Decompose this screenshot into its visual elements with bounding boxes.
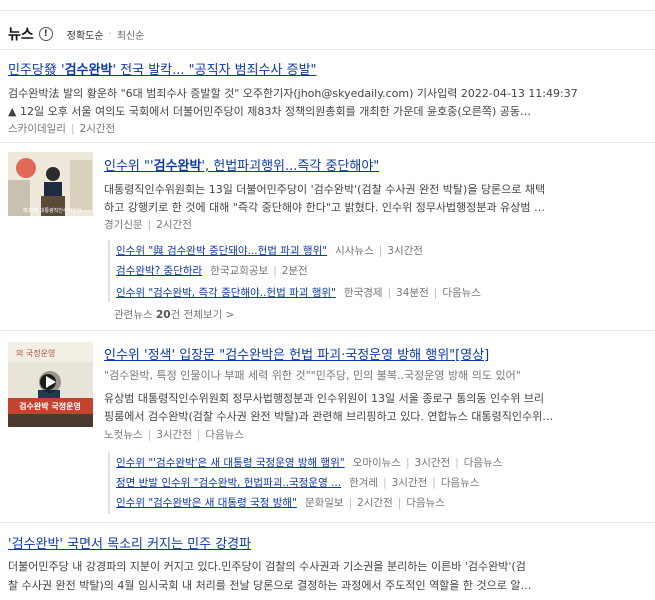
article-line: 하고 강행키로 한 것에 대해 "즉각 중단해야 한다"고 밝혔다. 인수위 정… bbox=[104, 201, 546, 214]
sort-separator: · bbox=[108, 28, 112, 40]
article-title[interactable]: 인수위 '정색' 입장문 "검수완박은 헌법 파괴·국정운영 방해 행위"[영상… bbox=[104, 344, 489, 363]
article-line: 핑룸에서 검수완박(검찰 수사권 완전 박탈)과 관련해 브리핑하고 있다. 연… bbox=[104, 410, 554, 423]
sort-accuracy[interactable]: 정확도순 bbox=[67, 27, 104, 42]
related-news-item[interactable]: 인수위 "검수완박, 즉각 중단해야..헌법 파괴 행위" 한국경제 | 34분전 | 다… bbox=[116, 285, 481, 300]
related-news-item[interactable]: 인수위 "검수완박은 새 대통령 국정 방해" 문화일보 | 2시간전 | 다음뉴스 bbox=[116, 495, 445, 510]
related-news-item[interactable]: 정면 반발 인수위 "검수완박, 헌법파괴..국정운영 ... 한겨레 | 3시간전 |… bbox=[116, 475, 479, 490]
related-news-item[interactable]: 인수위 "與 검수완박 중단돼야...헌법 파괴 행위" 시사뉴스 | 3시간전 bbox=[116, 243, 423, 258]
article-line: 유상범 대통령직인수위원회 정무사법행정분과 인수위원이 13일 서울 종로구 … bbox=[104, 392, 545, 405]
news-source[interactable]: 경기신문 bbox=[104, 219, 143, 231]
article-thumbnail[interactable]: 의 국정운영 검수완박 국정운영 bbox=[8, 342, 93, 427]
thumbnail-caption: 제20대 대통령직인수위원회 bbox=[23, 207, 82, 214]
article-line: 대통령직인수위원회는 13일 더불어민주당이 '검수완박'(검찰 수사권 완전 … bbox=[104, 183, 546, 196]
briefing-video-image: 의 국정운영 검수완박 국정운영 bbox=[8, 342, 93, 427]
news-source[interactable]: 스카이데일리 bbox=[8, 123, 66, 135]
article-divider bbox=[0, 522, 655, 523]
article-divider bbox=[0, 330, 655, 331]
article-line: 더불어민주당 내 강경파의 지분이 커지고 있다.민주당이 검찰의 수사권과 기… bbox=[8, 560, 526, 573]
news-time: 3시간전 bbox=[156, 429, 192, 441]
related-news-more-link[interactable]: 관련뉴스 20건 전체보기 > bbox=[114, 307, 234, 322]
press-conference-image: 제20대 대통령직인수위원회 bbox=[8, 152, 93, 216]
article-title[interactable]: 민주당發 '검수완박' 전국 발칵... "공직자 범죄수사 증발" bbox=[8, 59, 317, 78]
related-news-list: 인수위 "與 검수완박 중단돼야...헌법 파괴 행위" 시사뉴스 | 3시간전 검수… bbox=[108, 240, 481, 302]
header-divider bbox=[0, 49, 655, 50]
article-meta: 스카이데일리 | 2시간전 bbox=[8, 123, 116, 135]
daum-news-link[interactable]: 다음뉴스 bbox=[205, 429, 244, 441]
article-divider bbox=[0, 142, 655, 143]
sort-latest[interactable]: 최신순 bbox=[117, 27, 145, 42]
top-divider bbox=[0, 10, 655, 11]
article-title[interactable]: 인수위 "'검수완박', 헌법파괴행위...즉각 중단해야" bbox=[104, 155, 379, 174]
news-time: 2시간전 bbox=[79, 123, 116, 135]
article-title[interactable]: '검수완박' 국면서 목소리 커지는 민주 강경파 bbox=[8, 533, 251, 552]
related-news-list: 인수위 "'검수완박'은 새 대통령 국정운영 방해 행위" 오마이뉴스 | 3시간전… bbox=[108, 452, 502, 514]
article-meta: 노컷뉴스 | 3시간전 | 다음뉴스 bbox=[104, 429, 245, 441]
article-thumbnail[interactable]: 제20대 대통령직인수위원회 bbox=[8, 152, 93, 216]
related-news-item[interactable]: 검수완박? 중단하라 한국교회공보 | 2분전 bbox=[116, 263, 308, 278]
related-news-item[interactable]: 인수위 "'검수완박'은 새 대통령 국정운영 방해 행위" 오마이뉴스 | 3시간전… bbox=[116, 455, 502, 470]
article-meta: 경기신문 | 2시간전 bbox=[104, 219, 192, 231]
banner-text: 의 국정운영 bbox=[16, 348, 55, 358]
article-quote: "검수완박, 특정 인물이나 부패 세력 위한 것""민주당, 민의 불복..국… bbox=[104, 369, 521, 382]
info-icon[interactable]: ! bbox=[38, 27, 53, 41]
news-header: 뉴스 ! 정확도순 · 최신순 bbox=[8, 24, 144, 44]
article-line: ▲ 12일 오후 서울 여의도 국회에서 더불어민주당이 제83차 정책의원총회… bbox=[8, 105, 532, 118]
thumbnail-caption: 검수완박 국정운영 bbox=[19, 401, 81, 411]
news-time: 2시간전 bbox=[156, 219, 192, 231]
news-source[interactable]: 노컷뉴스 bbox=[104, 429, 143, 441]
article-line: 검수완박法 발의 황운하 "6대 범죄수사 증발할 것" 오주한기자(jhoh@… bbox=[8, 87, 578, 100]
section-title: 뉴스 bbox=[8, 27, 34, 43]
article-line: 찰 수사권 완전 박탈)의 4월 임시국회 내 처리를 전날 당론으로 결정하는… bbox=[8, 579, 532, 592]
